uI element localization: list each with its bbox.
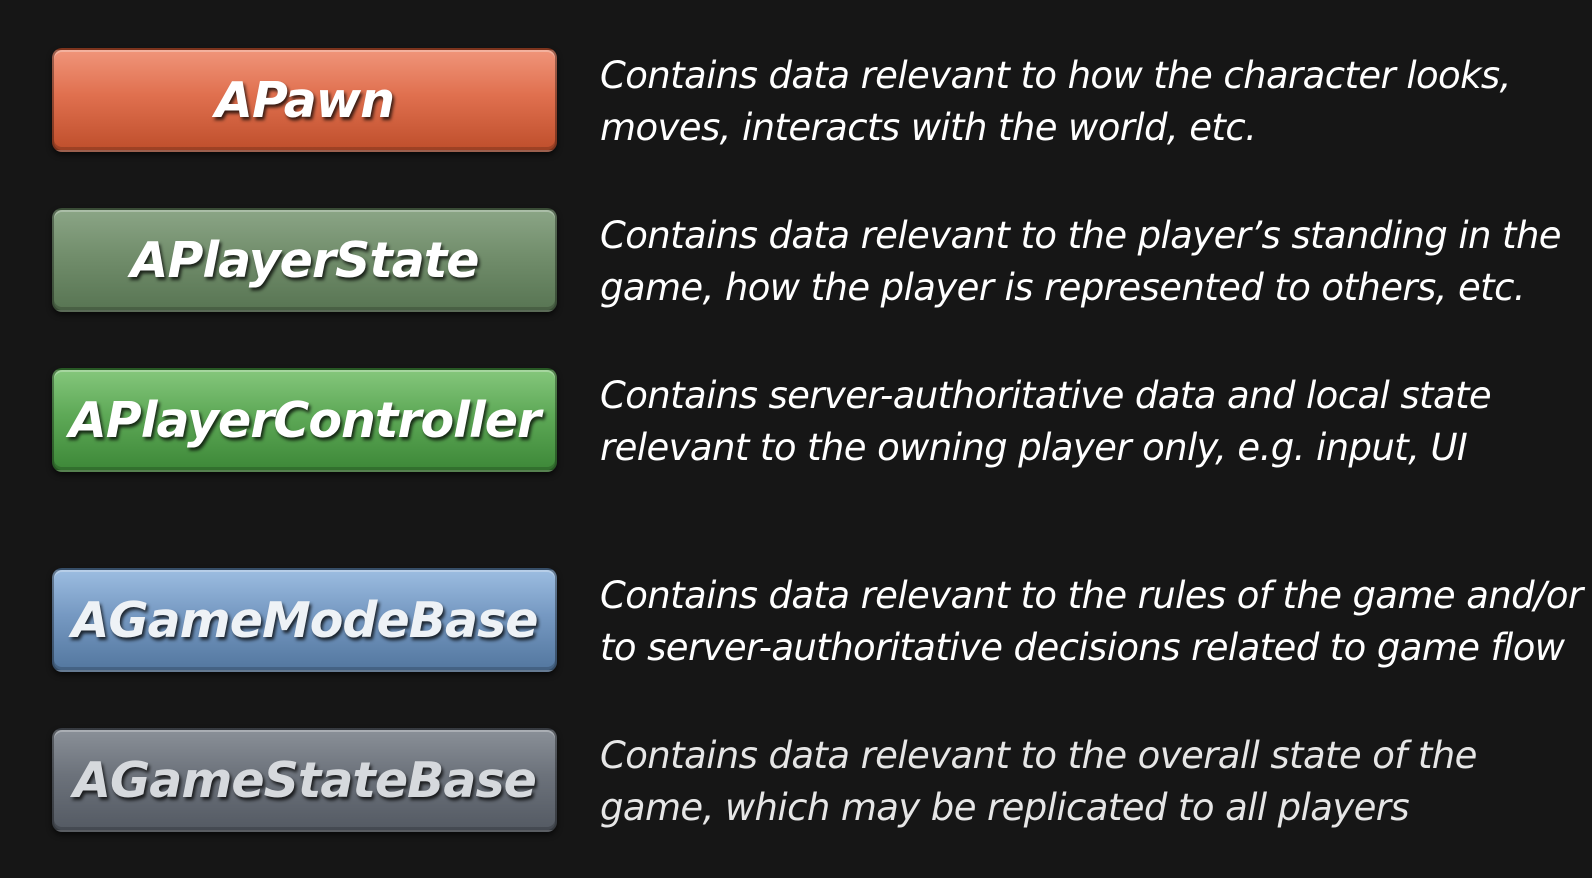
class-name-aplayerstate: APlayerState [130,231,480,289]
class-description-aplayerstate: Contains data relevant to the player’s s… [600,210,1562,314]
class-name-aplayercontroller: APlayerController [68,391,541,449]
row-apawn: APawn Contains data relevant to how the … [0,48,1592,154]
description-line: game, how the player is represented to o… [600,266,1526,309]
row-agamemodebase: AGameModeBase Contains data relevant to … [0,568,1592,674]
class-description-agamestatebase: Contains data relevant to the overall st… [600,730,1560,834]
class-badge-agamestatebase: AGameStateBase [52,728,557,832]
class-description-aplayercontroller: Contains server-authoritative data and l… [600,370,1560,474]
class-description-apawn: Contains data relevant to how the charac… [600,50,1560,154]
description-line: Contains data relevant to the player’s s… [600,214,1562,257]
class-badge-aplayerstate: APlayerState [52,208,557,312]
row-aplayercontroller: APlayerController Contains server-author… [0,368,1592,474]
class-name-agamemodebase: AGameModeBase [71,591,538,649]
class-badge-agamemodebase: AGameModeBase [52,568,557,672]
class-badge-apawn: APawn [52,48,557,152]
description-line: Contains data relevant to the overall st… [600,734,1477,777]
description-line: game, which may be replicated to all pla… [600,786,1410,829]
description-line: moves, interacts with the world, etc. [600,106,1257,149]
class-badge-aplayercontroller: APlayerController [52,368,557,472]
row-agamestatebase: AGameStateBase Contains data relevant to… [0,728,1592,834]
class-description-agamemodebase: Contains data relevant to the rules of t… [600,570,1583,674]
description-line: to server-authoritative decisions relate… [600,626,1565,669]
description-line: Contains server-authoritative data and l… [600,374,1492,417]
description-line: Contains data relevant to the rules of t… [600,574,1583,617]
description-line: Contains data relevant to how the charac… [600,54,1511,97]
class-name-agamestatebase: AGameStateBase [73,751,537,809]
class-name-apawn: APawn [215,71,395,129]
description-line: relevant to the owning player only, e.g.… [600,426,1468,469]
row-aplayerstate: APlayerState Contains data relevant to t… [0,208,1592,314]
